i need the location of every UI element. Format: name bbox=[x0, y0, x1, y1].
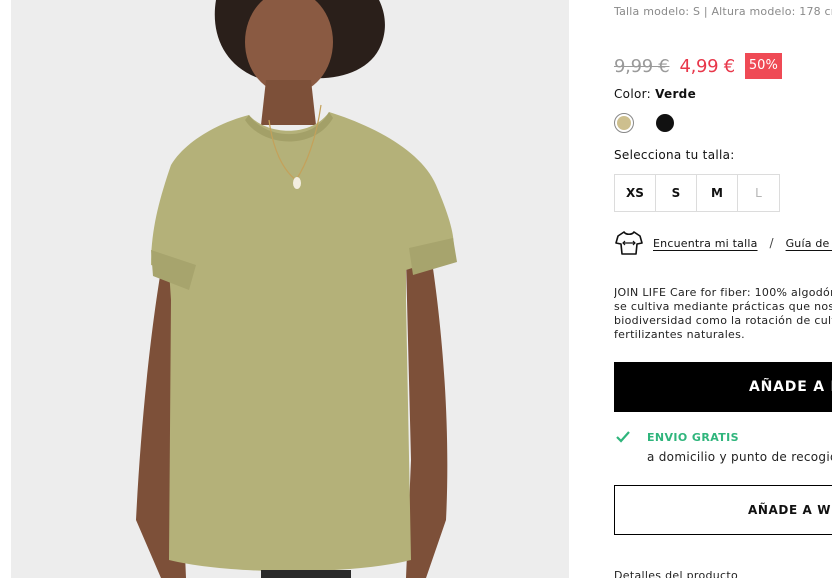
color-label: Color: Verde bbox=[614, 87, 696, 101]
size-m-button[interactable]: M bbox=[697, 175, 738, 211]
size-xs-button[interactable]: XS bbox=[615, 175, 656, 211]
check-icon bbox=[616, 431, 630, 443]
free-shipping-title: ENVIO GRATIS bbox=[647, 431, 739, 444]
joinlife-line: fertilizantes naturales. bbox=[614, 328, 745, 341]
size-help-row: Encuentra mi talla / Guía de tallas bbox=[614, 229, 832, 257]
product-details-link[interactable]: Detalles del producto bbox=[614, 569, 738, 578]
joinlife-description: JOIN LIFE Care for fiber: 100% algodón s… bbox=[614, 286, 832, 342]
wishlist-label: AÑADE A WISHLIST bbox=[748, 503, 832, 517]
size-l-button[interactable]: L bbox=[738, 175, 779, 211]
joinlife-line: biodiversidad como la rotación de cult bbox=[614, 314, 832, 327]
size-label: Selecciona tu talla: bbox=[614, 148, 735, 162]
color-swatch-olive[interactable] bbox=[614, 113, 634, 133]
link-separator: / bbox=[769, 236, 774, 250]
color-label-text: Color: bbox=[614, 87, 651, 101]
size-s-button[interactable]: S bbox=[656, 175, 697, 211]
product-photo bbox=[136, 0, 457, 578]
joinlife-line: se cultiva mediante prácticas que nos bbox=[614, 300, 832, 313]
size-guide-link[interactable]: Guía de tallas bbox=[786, 237, 832, 250]
free-shipping-subtitle: a domicilio y punto de recogida bbox=[647, 450, 832, 464]
add-to-wishlist-button[interactable]: AÑADE A WISHLIST bbox=[614, 485, 832, 535]
add-to-cart-button[interactable]: AÑADE A LA CESTA bbox=[614, 362, 832, 412]
find-my-size-link[interactable]: Encuentra mi talla bbox=[653, 237, 758, 250]
old-price: 9,99 € bbox=[614, 55, 670, 77]
discount-badge: 50% bbox=[744, 53, 782, 79]
sale-price: 4,99 € bbox=[679, 55, 735, 77]
product-image[interactable] bbox=[11, 0, 569, 578]
model-info: Talla modelo: S | Altura modelo: 178 cm bbox=[614, 5, 832, 18]
price-row: 9,99 € 4,99 € 50% bbox=[614, 52, 782, 80]
color-value: Verde bbox=[655, 87, 697, 101]
tshirt-icon bbox=[615, 231, 643, 255]
color-swatch-black[interactable] bbox=[656, 114, 674, 132]
size-selector: XS S M L bbox=[614, 174, 780, 212]
joinlife-line: JOIN LIFE Care for fiber: 100% algodón bbox=[614, 286, 832, 299]
product-info-panel: Talla modelo: S | Altura modelo: 178 cm … bbox=[614, 0, 832, 578]
